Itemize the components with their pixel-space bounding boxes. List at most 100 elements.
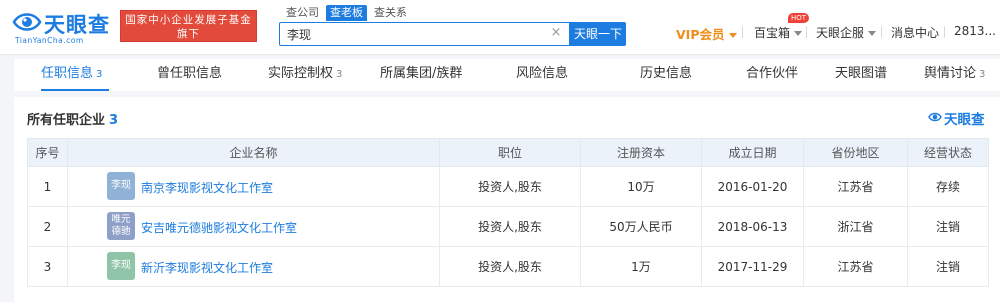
- tab-label: 任职信息: [41, 66, 94, 81]
- divider: [806, 26, 807, 38]
- tab-actual-control[interactable]: 实际控制权 3: [268, 59, 342, 91]
- search-tab-boss[interactable]: 查老板: [326, 5, 367, 21]
- tab-public-opinion[interactable]: 舆情讨论 3: [924, 59, 985, 91]
- tab-count: 3: [336, 69, 343, 80]
- slogan-line-2: 官方备案企业征信机构: [131, 42, 246, 54]
- search-tab-relation[interactable]: 查关系: [374, 5, 407, 21]
- company-link[interactable]: 新沂李现影视文化工作室: [141, 259, 273, 276]
- col-header-company: 企业名称: [67, 138, 440, 167]
- profile-tab-bar: 任职信息 3 曾任职信息 实际控制权 3 所属集团/族群 风险信息 历史信息 合作伙…: [14, 59, 1000, 91]
- status-cell: 注销: [907, 246, 989, 287]
- chevron-down-icon: [794, 31, 803, 36]
- search-input[interactable]: [280, 23, 550, 45]
- capital-cell: 1万: [580, 246, 702, 287]
- tab-graph[interactable]: 天眼图谱: [835, 59, 887, 91]
- status-cell: 注销: [907, 206, 989, 247]
- watermark-text: 天眼查: [944, 112, 985, 128]
- tab-partners[interactable]: 合作伙伴: [746, 59, 798, 91]
- company-cell: 李现 新沂李现影视文化工作室: [67, 246, 440, 287]
- tab-group[interactable]: 所属集团/族群: [380, 59, 462, 91]
- date-cell: 2016-01-20: [701, 166, 804, 207]
- col-header-index: 序号: [27, 138, 68, 167]
- vip-menu[interactable]: VIP会员: [676, 24, 737, 43]
- tab-count: 3: [979, 69, 986, 80]
- user-account-menu[interactable]: 2813...: [954, 24, 996, 38]
- search-box: ×: [279, 22, 570, 46]
- divider: [742, 26, 743, 38]
- chevron-down-icon: [868, 31, 877, 36]
- logo[interactable]: 天眼查 TianYanCha.com: [12, 8, 116, 46]
- tab-count: 3: [96, 69, 103, 80]
- tab-label: 历史信息: [640, 66, 693, 81]
- logo-eye-icon: [12, 13, 42, 31]
- company-link[interactable]: 安吉唯元德驰影视文化工作室: [141, 219, 297, 236]
- tab-label: 舆情讨论: [924, 66, 977, 81]
- col-header-status: 经营状态: [907, 138, 989, 167]
- region-cell: 江苏省: [803, 246, 908, 287]
- company-cell: 李现 南京李现影视文化工作室: [67, 166, 440, 207]
- section-title-text: 所有任职企业: [27, 113, 106, 128]
- tab-label: 风险信息: [516, 66, 569, 81]
- row-index: 3: [27, 246, 68, 287]
- divider: [944, 26, 945, 38]
- logo-name: 天眼查: [44, 13, 110, 37]
- vip-label: VIP会员: [676, 27, 725, 42]
- table-row: 3 李现 新沂李现影视文化工作室 投资人,股东 1万 2017-11-29 江苏…: [27, 246, 989, 287]
- tab-label: 所属集团/族群: [380, 66, 463, 81]
- search-tab-company[interactable]: 查公司: [286, 5, 319, 21]
- enterprise-label: 天眼企服: [816, 26, 865, 40]
- positions-panel: 所有任职企业 3 天眼查 序号 企业名称 职位 注册资本 成立日期 省份地区 经…: [14, 97, 1000, 302]
- col-header-capital[interactable]: 注册资本: [580, 138, 702, 167]
- logo-url: TianYanCha.com: [15, 36, 84, 45]
- divider: [881, 26, 882, 38]
- search-button[interactable]: 天眼一下: [570, 22, 626, 46]
- company-cell: 唯元 德驰 安吉唯元德驰影视文化工作室: [67, 206, 440, 247]
- company-link[interactable]: 南京李现影视文化工作室: [141, 179, 273, 196]
- clear-icon[interactable]: ×: [549, 26, 563, 40]
- watermark-logo: 天眼查: [928, 107, 998, 128]
- message-center-link[interactable]: 消息中心: [891, 24, 939, 41]
- enterprise-service-menu[interactable]: 天眼企服: [816, 24, 877, 41]
- treasure-label: 百宝箱: [754, 26, 791, 40]
- section-count: 3: [109, 113, 119, 128]
- positions-table: 序号 企业名称 职位 注册资本 成立日期 省份地区 经营状态 1 李现 南京李现…: [27, 138, 989, 287]
- chevron-down-icon: [728, 33, 737, 38]
- position-cell: 投资人,股东: [439, 206, 581, 247]
- treasure-box-menu[interactable]: 百宝箱: [754, 24, 803, 41]
- region-cell: 浙江省: [803, 206, 908, 247]
- col-header-date[interactable]: 成立日期: [701, 138, 804, 167]
- logo-eye-icon: [928, 112, 942, 122]
- tab-risk[interactable]: 风险信息: [516, 59, 568, 91]
- tab-label: 合作伙伴: [746, 66, 799, 81]
- row-index: 1: [27, 166, 68, 207]
- date-cell: 2017-11-29: [701, 246, 804, 287]
- tab-label: 实际控制权: [268, 66, 334, 81]
- slogan-line-1: 国家中小企业发展子基金旗下: [125, 14, 252, 40]
- hot-badge: HOT: [788, 13, 810, 23]
- active-tab-indicator: [41, 89, 109, 91]
- tab-past-positions[interactable]: 曾任职信息: [157, 59, 222, 91]
- tab-label: 天眼图谱: [835, 66, 888, 81]
- col-header-position: 职位: [439, 138, 581, 167]
- tab-current-positions[interactable]: 任职信息 3: [41, 59, 102, 91]
- company-avatar[interactable]: 李现: [107, 172, 135, 200]
- date-cell: 2018-06-13: [701, 206, 804, 247]
- top-header: 天眼查 TianYanCha.com 国家中小企业发展子基金旗下 官方备案企业征…: [0, 0, 1000, 55]
- company-avatar[interactable]: 李现: [107, 252, 135, 280]
- position-cell: 投资人,股东: [439, 246, 581, 287]
- avatar-line: 德驰: [111, 226, 131, 237]
- row-index: 2: [27, 206, 68, 247]
- tab-history[interactable]: 历史信息: [640, 59, 692, 91]
- slogan-banner[interactable]: 国家中小企业发展子基金旗下 官方备案企业征信机构: [120, 10, 257, 54]
- tab-label: 曾任职信息: [157, 66, 223, 81]
- status-cell: 存续: [907, 166, 989, 207]
- capital-cell: 10万: [580, 166, 702, 207]
- col-header-region: 省份地区: [803, 138, 908, 167]
- company-avatar[interactable]: 唯元 德驰: [107, 212, 135, 240]
- capital-cell: 50万人民币: [580, 206, 702, 247]
- region-cell: 江苏省: [803, 166, 908, 207]
- table-header-row: 序号 企业名称 职位 注册资本 成立日期 省份地区 经营状态: [27, 138, 989, 167]
- table-row: 1 李现 南京李现影视文化工作室 投资人,股东 10万 2016-01-20 江…: [27, 166, 989, 207]
- table-row: 2 唯元 德驰 安吉唯元德驰影视文化工作室 投资人,股东 50万人民币 2018…: [27, 206, 989, 247]
- section-title: 所有任职企业 3: [27, 109, 118, 128]
